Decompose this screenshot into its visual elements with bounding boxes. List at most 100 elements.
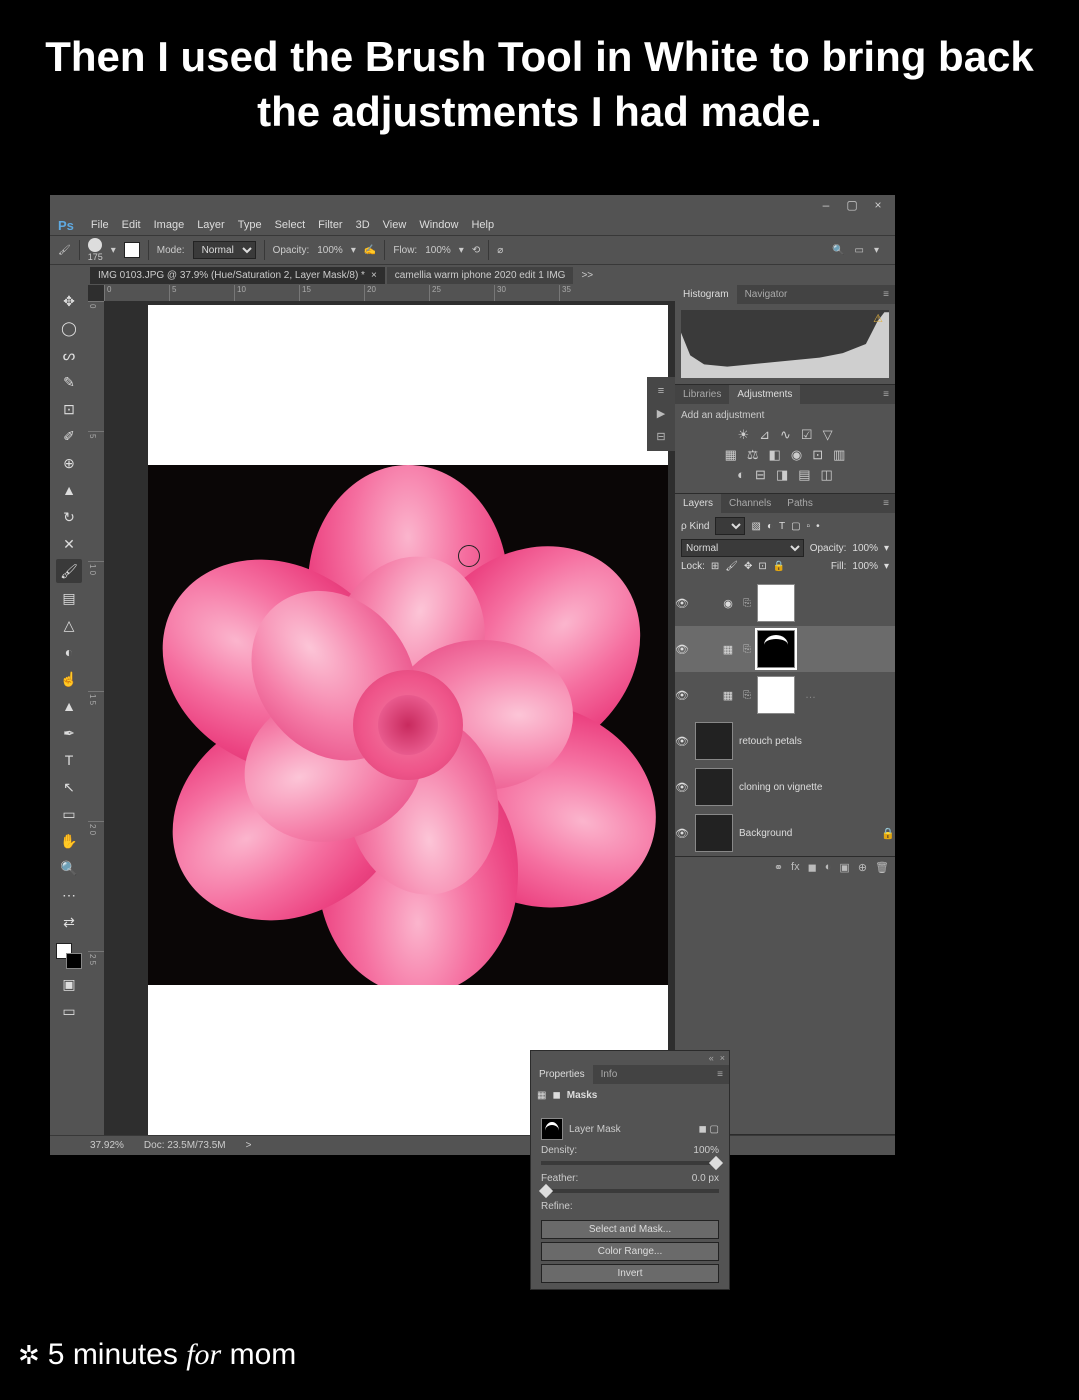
vector-mask-icon[interactable]: ▢ <box>710 1124 719 1135</box>
layer-row[interactable]: 👁 ◉ ⎘ <box>675 580 895 626</box>
eyedropper-tool-icon[interactable]: ✐ <box>56 424 82 448</box>
channels-tab[interactable]: Channels <box>721 494 779 513</box>
visibility-icon[interactable]: 👁 <box>675 735 689 748</box>
airbrush-icon[interactable]: ⟲ <box>472 245 480 256</box>
warning-icon[interactable]: ⚠ <box>873 312 883 325</box>
invert-icon[interactable]: ◐ <box>737 467 745 483</box>
mask-mode-icon[interactable]: ▦ <box>537 1090 546 1101</box>
brush-tool-icon[interactable]: 🖌 <box>56 559 82 583</box>
libraries-tab[interactable]: Libraries <box>675 385 729 404</box>
eraser-tool-icon[interactable]: ✕ <box>56 532 82 556</box>
brush-tool-icon[interactable]: 🖌 <box>58 245 71 256</box>
path-select-tool-icon[interactable]: ↖ <box>56 775 82 799</box>
color-balance-icon[interactable]: ⚖ <box>747 447 759 463</box>
filter-smart-icon[interactable]: ▫ <box>807 521 811 532</box>
stamp-tool-icon[interactable]: ▲ <box>56 478 82 502</box>
close-panel-icon[interactable]: × <box>720 1053 725 1063</box>
gradient-map-icon[interactable]: ▤ <box>798 467 810 483</box>
layer-thumb[interactable] <box>695 722 733 760</box>
panel-menu-icon[interactable]: ≡ <box>877 385 895 404</box>
mask-mode-icon[interactable]: ◼ <box>552 1090 560 1101</box>
hue-sat-icon[interactable]: ▦ <box>725 447 737 463</box>
panel-menu-icon[interactable]: ≡ <box>877 494 895 513</box>
search-icon[interactable]: 🔍 <box>832 245 844 256</box>
vibrance-icon[interactable]: ▽ <box>823 427 833 443</box>
zoom-level[interactable]: 37.92% <box>90 1140 124 1151</box>
color-range-button[interactable]: Color Range... <box>541 1242 719 1261</box>
layer-mask-thumb[interactable] <box>757 676 795 714</box>
flow-value[interactable]: 100% <box>425 245 451 256</box>
menu-image[interactable]: Image <box>154 219 185 231</box>
fill-value[interactable]: 100% <box>852 561 878 572</box>
visibility-icon[interactable]: 👁 <box>675 827 689 840</box>
panel-icon[interactable]: ⊟ <box>656 430 665 443</box>
panel-icon[interactable]: ≡ <box>658 385 664 397</box>
menu-window[interactable]: Window <box>419 219 458 231</box>
layer-row[interactable]: 👁 Background 🔒 <box>675 810 895 856</box>
pressure-opacity-icon[interactable]: ✍ <box>364 245 376 256</box>
fx-icon[interactable]: fx <box>791 861 800 874</box>
layer-row[interactable]: 👁 ▦ ⎘ … <box>675 672 895 718</box>
lasso-tool-icon[interactable]: ᔕ <box>56 343 82 367</box>
panel-menu-icon[interactable]: ≡ <box>711 1065 729 1084</box>
tabs-overflow[interactable]: >> <box>575 267 599 284</box>
close-tab-icon[interactable]: × <box>371 270 377 281</box>
crop-tool-icon[interactable]: ⊡ <box>56 397 82 421</box>
visibility-icon[interactable]: 👁 <box>675 781 689 794</box>
link-icon[interactable]: ⎘ <box>743 644 751 655</box>
properties-tab[interactable]: Properties <box>531 1065 593 1084</box>
layers-tab[interactable]: Layers <box>675 494 721 513</box>
menu-filter[interactable]: Filter <box>318 219 342 231</box>
levels-icon[interactable]: ⊿ <box>759 427 770 443</box>
hand-tool-icon[interactable]: ✋ <box>56 829 82 853</box>
link-layers-icon[interactable]: ⚭ <box>774 861 783 874</box>
filter-adj-icon[interactable]: ◐ <box>767 521 773 532</box>
channel-mixer-icon[interactable]: ⊡ <box>812 447 823 463</box>
visibility-icon[interactable]: 👁 <box>675 689 689 702</box>
visibility-icon[interactable]: 👁 <box>675 597 689 610</box>
lock-all-icon[interactable]: 🔒 <box>773 561 785 572</box>
navigator-tab[interactable]: Navigator <box>737 285 796 304</box>
mask-icon[interactable]: ◼ <box>808 861 817 874</box>
new-group-icon[interactable]: ▣ <box>839 861 849 874</box>
color-swatches[interactable] <box>56 943 82 969</box>
density-value[interactable]: 100% <box>693 1145 719 1156</box>
quick-mask-icon[interactable]: ▣ <box>56 972 82 996</box>
link-icon[interactable]: ⎘ <box>743 598 751 609</box>
lookup-icon[interactable]: ▥ <box>833 447 845 463</box>
menu-select[interactable]: Select <box>275 219 306 231</box>
type-tool-icon[interactable]: T <box>56 748 82 772</box>
menu-help[interactable]: Help <box>471 219 494 231</box>
sharpen-tool-icon[interactable]: ▲ <box>56 694 82 718</box>
edit-toolbar-icon[interactable]: ⇄ <box>56 910 82 934</box>
status-arrow-icon[interactable]: > <box>246 1140 252 1151</box>
filter-toggle[interactable]: • <box>816 521 820 532</box>
pressure-size-icon[interactable]: ⌀ <box>497 245 503 256</box>
lock-move-icon[interactable]: ✥ <box>744 561 752 572</box>
layer-blend-select[interactable]: Normal <box>681 539 804 557</box>
dodge-tool-icon[interactable]: ◐ <box>56 640 82 664</box>
history-brush-tool-icon[interactable]: ↻ <box>56 505 82 529</box>
marquee-tool-icon[interactable]: ◯ <box>56 316 82 340</box>
doc-tab-active[interactable]: IMG 0103.JPG @ 37.9% (Hue/Saturation 2, … <box>90 267 385 284</box>
smudge-tool-icon[interactable]: ☝ <box>56 667 82 691</box>
healing-tool-icon[interactable]: ⊕ <box>56 451 82 475</box>
menu-file[interactable]: File <box>91 219 109 231</box>
background-color[interactable] <box>66 953 82 969</box>
lock-pixels-icon[interactable]: ⊞ <box>711 561 719 572</box>
pixel-mask-icon[interactable]: ◼ <box>698 1124 706 1135</box>
gradient-tool-icon[interactable]: ▤ <box>56 586 82 610</box>
threshold-icon[interactable]: ◨ <box>776 467 788 483</box>
density-slider[interactable] <box>541 1161 719 1165</box>
menu-type[interactable]: Type <box>238 219 262 231</box>
feather-slider[interactable] <box>541 1189 719 1193</box>
feather-value[interactable]: 0.0 px <box>692 1173 719 1184</box>
link-icon[interactable]: ⎘ <box>743 690 751 701</box>
menu-layer[interactable]: Layer <box>197 219 225 231</box>
screen-mode-icon[interactable]: ▭ <box>56 999 82 1023</box>
panel-menu-icon[interactable]: ≡ <box>877 285 895 304</box>
visibility-icon[interactable]: 👁 <box>675 643 689 656</box>
document-canvas[interactable] <box>148 305 668 1135</box>
bw-icon[interactable]: ◧ <box>769 447 781 463</box>
invert-button[interactable]: Invert <box>541 1264 719 1283</box>
